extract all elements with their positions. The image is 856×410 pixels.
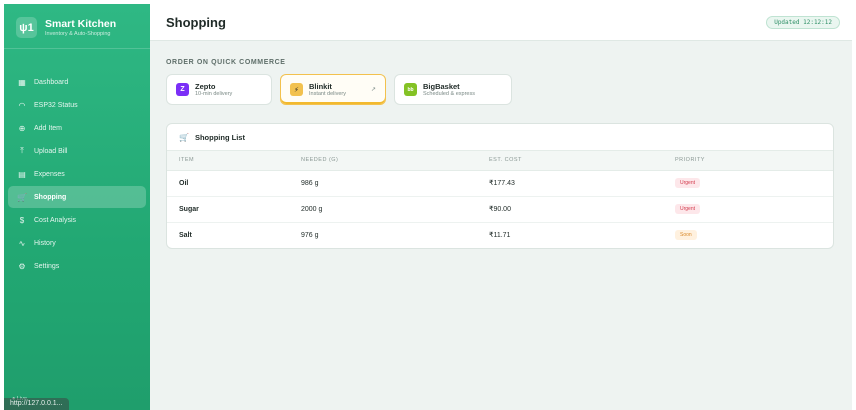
cart-icon: 🛒 — [179, 132, 189, 142]
column-header-priority: PRIORITY — [675, 151, 833, 171]
sidebar-item-upload-bill[interactable]: ⤒ Upload Bill — [8, 140, 146, 162]
sidebar-item-label: ESP32 Status — [34, 101, 78, 109]
brand-name: Smart Kitchen — [45, 17, 117, 30]
column-header-needed: NEEDED (G) — [301, 151, 489, 171]
bigbasket-name: BigBasket — [423, 81, 460, 91]
priority-cell: Urgent — [675, 196, 833, 223]
blinkit-name: Blinkit — [309, 81, 332, 91]
quick-commerce-label: ORDER ON QUICK COMMERCE — [166, 59, 286, 66]
topbar: Shopping Updated 12:12:12 — [150, 4, 852, 41]
table-row: Oil 986 g ₹177.43 Urgent — [167, 170, 833, 197]
bigbasket-desc: Scheduled & express — [423, 90, 475, 97]
plus-circle-icon: ⊕ — [18, 123, 26, 133]
wifi-icon: ◠ — [18, 100, 26, 110]
quick-commerce-options: Z Zepto 10-min delivery ⚡ Blinkit Instan… — [166, 74, 512, 105]
item-name: Oil — [167, 170, 301, 197]
sidebar-item-history[interactable]: ∿ History — [8, 232, 146, 254]
zepto-logo-icon: Z — [176, 83, 189, 96]
brand-logo: ψ1 — [16, 17, 37, 38]
lightning-icon: ⚡ — [290, 83, 303, 96]
blinkit-desc: Instant delivery — [309, 90, 346, 97]
grid-icon: ▦ — [18, 77, 26, 87]
sidebar-item-label: Settings — [34, 262, 60, 270]
sidebar-item-label: Dashboard — [34, 78, 69, 86]
sidebar-item-label: Shopping — [34, 193, 67, 201]
upload-icon: ⤒ — [20, 146, 24, 155]
wallet-icon: ▤ — [18, 169, 26, 179]
activity-icon: ∿ — [18, 238, 26, 248]
column-header-cost: EST. COST — [489, 151, 675, 171]
sidebar-item-label: History — [34, 239, 56, 247]
main-content: Shopping Updated 12:12:12 ORDER ON QUICK… — [150, 4, 852, 410]
priority-badge: Urgent — [675, 178, 701, 188]
item-cost: ₹90.00 — [489, 196, 675, 223]
column-header-item: ITEM — [167, 151, 301, 171]
sidebar-item-label: Expenses — [34, 170, 65, 178]
sidebar-item-add-item[interactable]: ⊕ Add Item — [8, 117, 146, 139]
shopping-list-header: 🛒 Shopping List — [167, 124, 833, 151]
sidebar-item-label: Add Item — [34, 124, 63, 132]
updated-badge: Updated 12:12:12 — [766, 15, 840, 29]
shopping-list-title: Shopping List — [194, 132, 245, 142]
zepto-button[interactable]: Z Zepto 10-min delivery — [166, 74, 272, 105]
zepto-desc: 10-min delivery — [195, 90, 233, 97]
shopping-list-card: 🛒 Shopping List ITEM NEEDED (G) EST. COS… — [166, 123, 834, 249]
cart-icon: 🛒 — [17, 192, 27, 202]
sidebar-item-dashboard[interactable]: ▦ Dashboard — [8, 71, 146, 93]
blinkit-button[interactable]: ⚡ Blinkit Instant delivery ↗ — [280, 74, 386, 105]
priority-cell: Soon — [675, 222, 833, 248]
item-cost: ₹11.71 — [489, 232, 511, 240]
shopping-list-table: ITEM NEEDED (G) EST. COST PRIORITY Oil 9… — [167, 151, 833, 248]
priority-badge: Soon — [675, 230, 697, 241]
dollar-icon: $ — [19, 215, 25, 225]
item-name: Sugar — [167, 196, 301, 223]
sidebar-item-esp32-status[interactable]: ◠ ESP32 Status — [8, 94, 146, 116]
item-needed: 2000 g — [301, 196, 489, 223]
brand-tagline: Inventory & Auto-Shopping — [45, 30, 111, 37]
zepto-name: Zepto — [195, 81, 216, 91]
sidebar: ψ1 Smart Kitchen Inventory & Auto-Shoppi… — [4, 4, 150, 410]
item-needed: 976 g — [301, 231, 319, 239]
brand[interactable]: ψ1 Smart Kitchen Inventory & Auto-Shoppi… — [4, 4, 150, 49]
gear-icon: ⚙ — [18, 261, 26, 271]
page-title: Shopping — [166, 14, 226, 30]
app-frame: ψ1 Smart Kitchen Inventory & Auto-Shoppi… — [4, 4, 852, 410]
bigbasket-button[interactable]: bb BigBasket Scheduled & express — [394, 74, 512, 105]
bigbasket-logo-icon: bb — [404, 83, 417, 96]
sidebar-item-expenses[interactable]: ▤ Expenses — [8, 163, 146, 185]
priority-cell: Urgent — [675, 170, 833, 197]
external-link-icon: ↗ — [370, 87, 376, 93]
item-cost: ₹177.43 — [489, 170, 675, 197]
sidebar-nav: ▦ Dashboard ◠ ESP32 Status ⊕ Add Item ⤒ … — [4, 49, 150, 277]
sidebar-item-label: Cost Analysis — [34, 216, 77, 224]
table-row: Sugar 2000 g ₹90.00 Urgent — [167, 196, 833, 223]
item-needed: 986 g — [301, 170, 489, 197]
sidebar-item-settings[interactable]: ⚙ Settings — [8, 255, 146, 277]
sidebar-item-label: Upload Bill — [34, 147, 68, 155]
status-url: http://127.0.0.1... — [4, 398, 69, 410]
sidebar-item-cost-analysis[interactable]: $ Cost Analysis — [8, 209, 146, 231]
priority-badge: Urgent — [675, 204, 701, 214]
item-name: Salt — [179, 231, 192, 239]
sidebar-item-shopping[interactable]: 🛒 Shopping — [8, 186, 146, 208]
table-row: Salt 976 g ₹11.71 Soon — [167, 222, 833, 248]
table-header-row: ITEM NEEDED (G) EST. COST PRIORITY — [167, 151, 833, 171]
